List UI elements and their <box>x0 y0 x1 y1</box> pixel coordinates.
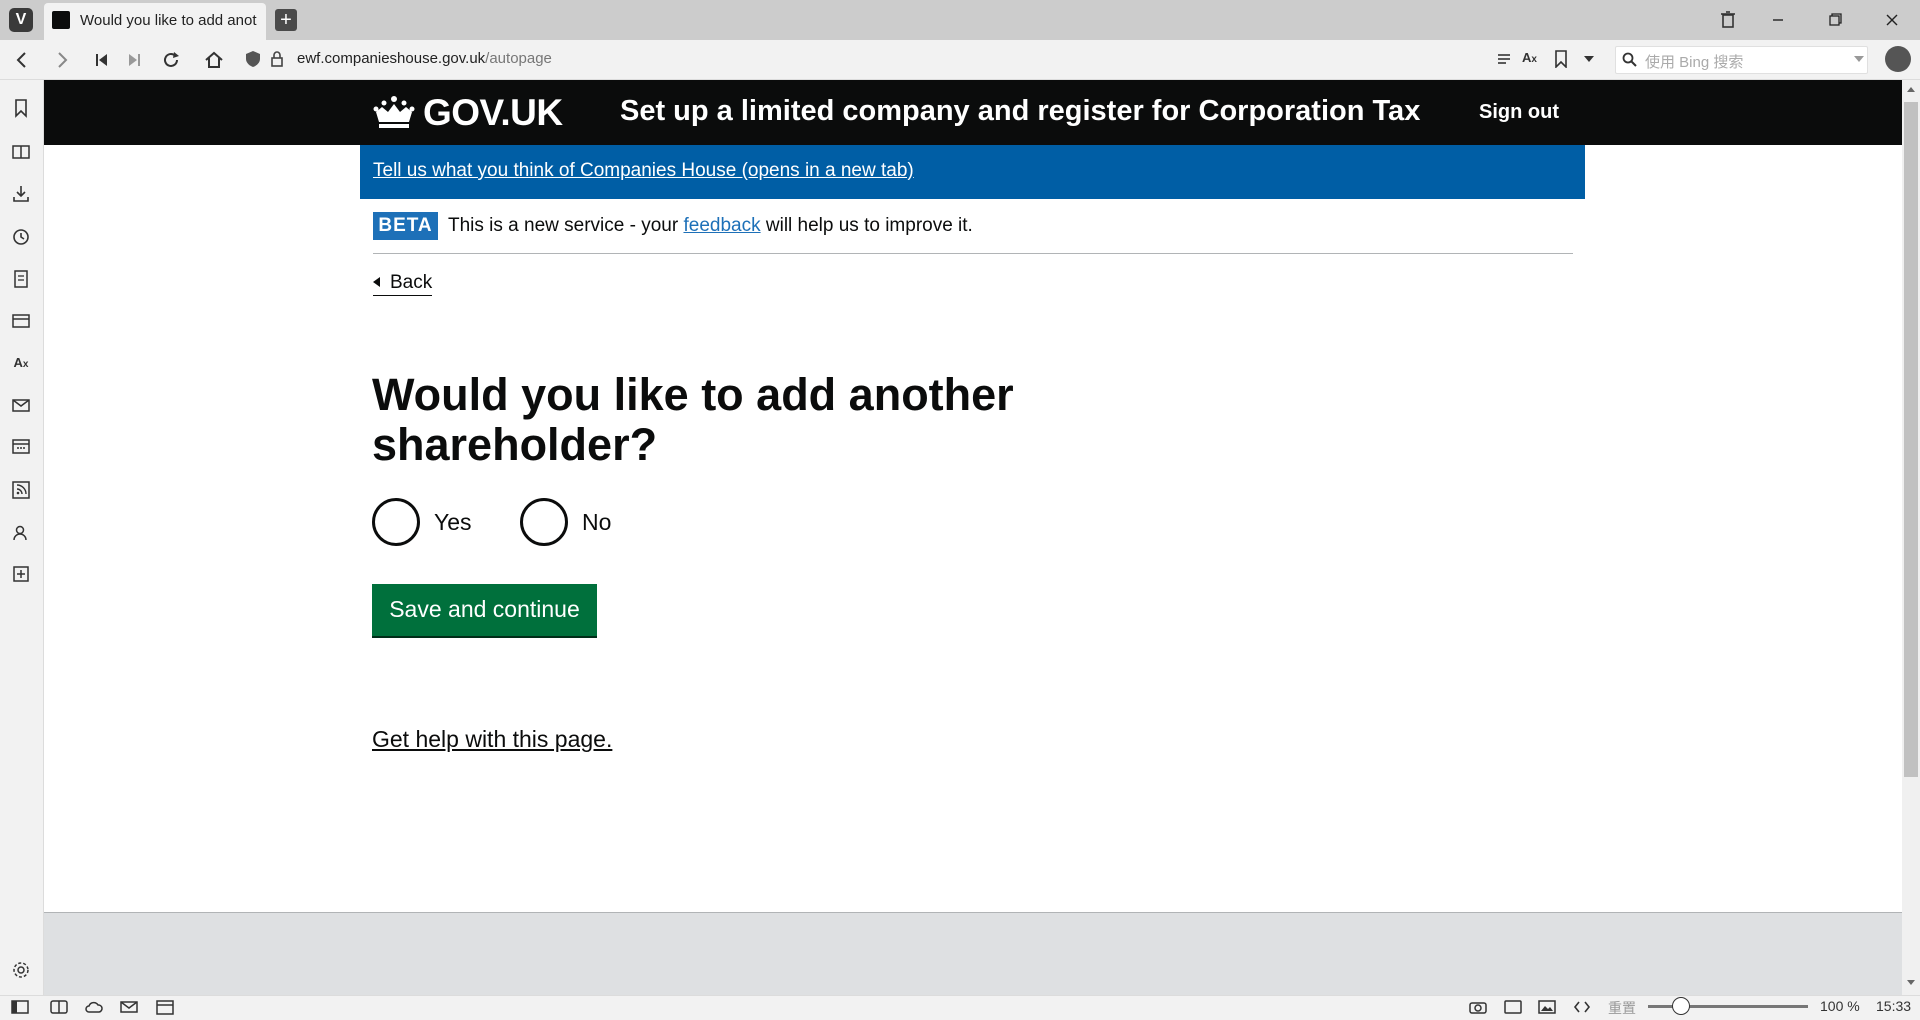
feeds-icon[interactable] <box>10 479 32 501</box>
service-name[interactable]: Set up a limited company and register fo… <box>620 95 1420 128</box>
translate-icon[interactable]: Ax <box>1522 50 1540 68</box>
window-panel-icon[interactable] <box>10 310 32 332</box>
minimize-icon[interactable] <box>1764 8 1792 32</box>
restore-icon[interactable] <box>1821 8 1849 32</box>
profile-avatar-icon[interactable] <box>1885 46 1911 72</box>
scroll-up-icon[interactable] <box>1905 84 1917 94</box>
bookmarks-icon[interactable] <box>10 97 32 119</box>
mail-status-icon[interactable] <box>119 998 139 1016</box>
feedback-link[interactable]: feedback <box>683 215 760 236</box>
zoom-reset-label[interactable]: 重置 <box>1608 998 1636 1018</box>
page-title: Would you like to add another shareholde… <box>372 369 1014 470</box>
calendar-status-icon[interactable] <box>155 998 175 1016</box>
save-and-continue-button[interactable]: Save and continue <box>372 584 597 636</box>
chevron-down-icon[interactable] <box>1582 52 1596 66</box>
camera-icon[interactable] <box>1468 998 1488 1016</box>
page-actions-icon[interactable] <box>1572 998 1592 1016</box>
sign-out-link[interactable]: Sign out <box>1479 101 1559 124</box>
get-help-link[interactable]: Get help with this page. <box>372 726 612 753</box>
cloud-sync-icon[interactable] <box>84 998 104 1016</box>
back-nav-icon[interactable] <box>10 48 34 72</box>
search-input[interactable]: 使用 Bing 搜索 <box>1645 51 1743 72</box>
url-field[interactable]: ewf.companieshouse.gov.uk/autopage <box>297 50 552 67</box>
page-tiling-icon[interactable] <box>1503 998 1523 1016</box>
zoom-slider-knob[interactable] <box>1672 997 1690 1015</box>
add-panel-icon[interactable] <box>10 563 32 585</box>
search-engine-dropdown-icon[interactable] <box>1853 54 1865 64</box>
phase-text-after: will help us to improve it. <box>760 215 973 236</box>
search-icon <box>1621 51 1639 69</box>
forward-nav-icon[interactable] <box>50 48 74 72</box>
feedback-banner-link[interactable]: Tell us what you think of Companies Hous… <box>373 160 914 182</box>
contacts-icon[interactable] <box>10 522 32 544</box>
web-page <box>44 80 1902 995</box>
scrollbar-thumb[interactable] <box>1904 102 1918 777</box>
panel-toggle-icon[interactable] <box>10 998 30 1016</box>
beta-tag: BETA <box>373 212 438 240</box>
phase-banner-text: This is a new service - your feedback wi… <box>448 215 973 237</box>
url-path: /autopage <box>485 50 552 67</box>
phase-text-before: This is a new service - your <box>448 215 684 236</box>
mail-icon[interactable] <box>10 394 32 416</box>
url-host: ewf.companieshouse.gov.uk <box>297 50 486 67</box>
shield-icon[interactable] <box>245 50 261 68</box>
back-triangle-icon <box>373 277 380 287</box>
back-link-label: Back <box>390 272 433 293</box>
radio-no-label[interactable]: No <box>582 509 611 536</box>
images-toggle-icon[interactable] <box>1537 998 1557 1016</box>
radio-no[interactable] <box>520 498 568 546</box>
gov-crown-favicon-icon <box>52 11 70 29</box>
bookmark-icon[interactable] <box>1553 50 1569 68</box>
scroll-down-icon[interactable] <box>1905 978 1917 988</box>
reading-list-icon[interactable] <box>10 141 32 163</box>
reload-icon[interactable] <box>159 48 183 72</box>
gov-uk-logo[interactable]: GOV.UK <box>423 92 563 134</box>
rewind-icon[interactable] <box>90 48 114 72</box>
footer <box>44 912 1902 995</box>
clock: 15:33 <box>1876 998 1912 1014</box>
settings-icon[interactable] <box>10 959 32 981</box>
calendar-icon[interactable] <box>10 435 32 457</box>
radio-yes-label[interactable]: Yes <box>434 509 472 536</box>
lock-icon[interactable] <box>270 50 284 68</box>
tab-tiling-icon[interactable] <box>49 998 69 1016</box>
new-tab-button[interactable]: + <box>275 9 297 31</box>
radio-yes[interactable] <box>372 498 420 546</box>
back-link[interactable]: Back <box>373 272 433 296</box>
divider <box>373 253 1573 254</box>
history-icon[interactable] <box>10 226 32 248</box>
fast-forward-icon[interactable] <box>122 48 146 72</box>
tab-title: Would you like to add anot <box>80 12 257 29</box>
crown-icon[interactable] <box>372 94 416 130</box>
trash-icon[interactable] <box>1714 8 1742 32</box>
translate-panel-icon[interactable]: Ax <box>10 352 32 374</box>
downloads-icon[interactable] <box>10 183 32 205</box>
notes-icon[interactable] <box>10 268 32 290</box>
vivaldi-menu-icon[interactable]: V <box>9 8 33 32</box>
zoom-level: 100 % <box>1820 998 1860 1014</box>
reader-view-icon[interactable] <box>1495 50 1513 68</box>
close-window-icon[interactable] <box>1878 8 1906 32</box>
home-icon[interactable] <box>202 48 226 72</box>
